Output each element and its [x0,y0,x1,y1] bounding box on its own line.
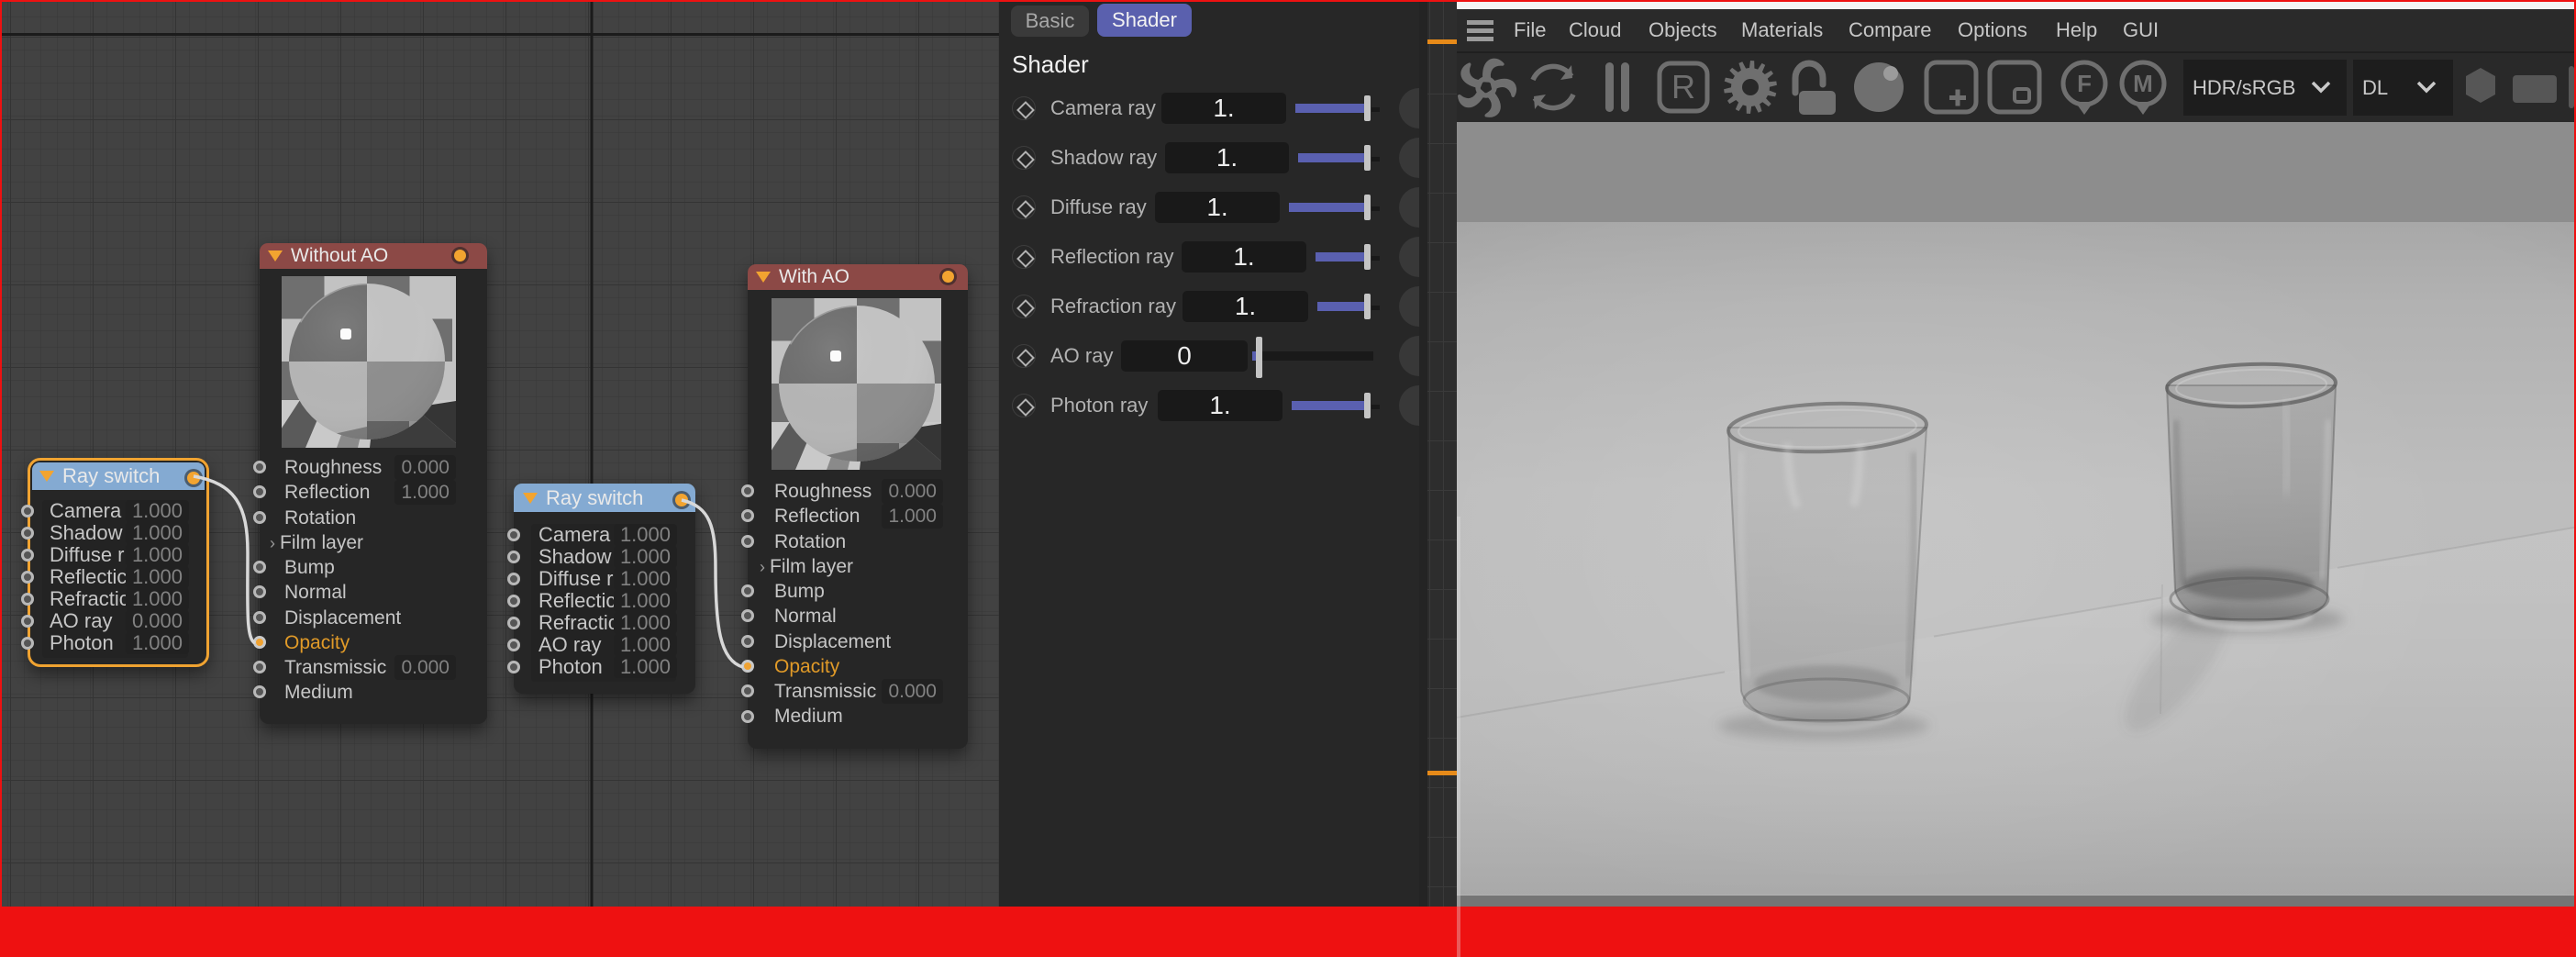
svg-text:F: F [2077,70,2092,97]
svg-text:HDR/sRGB: HDR/sRGB [2193,76,2295,99]
svg-text:R: R [1671,68,1695,106]
svg-text:M: M [2133,70,2153,97]
svg-text:DL: DL [2362,76,2388,99]
